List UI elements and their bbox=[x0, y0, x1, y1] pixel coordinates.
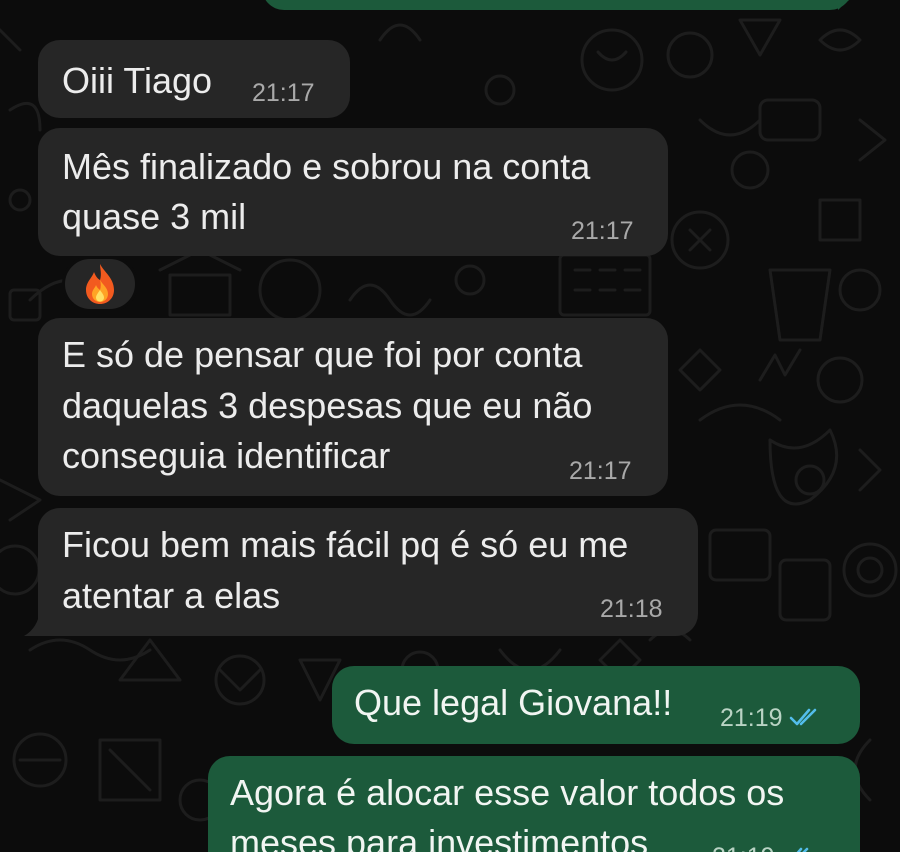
message-time: 21:19 bbox=[712, 842, 815, 852]
message-text-line: daquelas 3 despesas que eu não bbox=[62, 385, 593, 426]
incoming-message[interactable]: Oiii Tiago 21:17 bbox=[38, 40, 350, 118]
bubble-tail bbox=[24, 610, 50, 636]
message-time: 21:19 bbox=[720, 703, 823, 733]
outgoing-message[interactable]: Que legal Giovana!! 21:19 bbox=[332, 666, 860, 744]
incoming-message[interactable]: Ficou bem mais fácil pq é só eu me atent… bbox=[38, 508, 698, 636]
message-text-line: Ficou bem mais fácil pq é só eu me bbox=[62, 524, 629, 565]
fire-emoji bbox=[86, 264, 114, 304]
message-time: 21:17 bbox=[569, 457, 632, 485]
incoming-message[interactable]: E só de pensar que foi por conta daquela… bbox=[38, 318, 668, 496]
message-time-text: 21:19 bbox=[712, 843, 775, 852]
message-time: 21:17 bbox=[571, 217, 634, 245]
outgoing-message-partial[interactable] bbox=[262, 0, 852, 10]
message-text: Que legal Giovana!! bbox=[354, 682, 673, 723]
incoming-message[interactable]: Mês finalizado e sobrou na conta quase 3… bbox=[38, 128, 668, 256]
message-text-line: conseguia identificar bbox=[62, 435, 391, 476]
outgoing-message[interactable]: Agora é alocar esse valor todos os meses… bbox=[208, 756, 860, 852]
message-text: Oiii Tiago bbox=[62, 60, 213, 101]
message-time-text: 21:19 bbox=[720, 704, 783, 732]
double-check-icon bbox=[796, 847, 808, 852]
message-time: 21:17 bbox=[252, 79, 315, 107]
message-reaction[interactable] bbox=[62, 256, 138, 312]
double-check-icon bbox=[789, 708, 816, 726]
message-text-line: E só de pensar que foi por conta bbox=[62, 334, 583, 375]
message-text-line: meses para investimentos bbox=[230, 822, 649, 852]
chat-window: Oiii Tiago 21:17 Mês finalizado e sobrou… bbox=[0, 0, 900, 852]
message-text-line: quase 3 mil bbox=[62, 196, 247, 237]
message-time: 21:18 bbox=[600, 595, 663, 623]
message-text-line: Mês finalizado e sobrou na conta bbox=[62, 146, 591, 187]
message-text-line: Agora é alocar esse valor todos os bbox=[230, 772, 785, 813]
message-text-line: atentar a elas bbox=[62, 575, 281, 616]
bubble-tail bbox=[838, 0, 850, 10]
